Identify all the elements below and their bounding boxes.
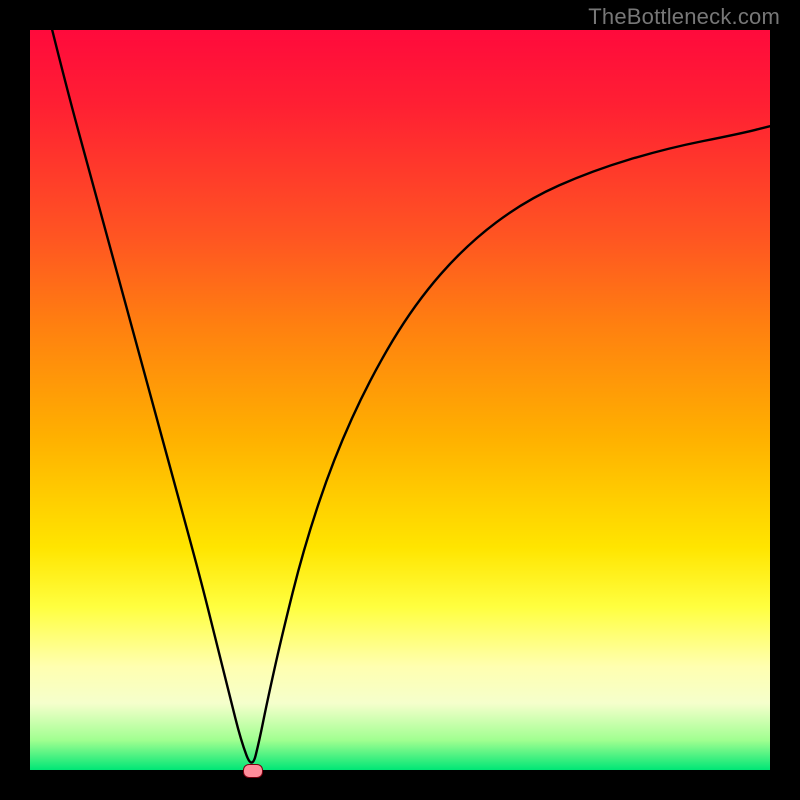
minimum-marker xyxy=(243,764,263,778)
bottleneck-curve xyxy=(52,30,770,763)
curve-svg xyxy=(30,30,770,770)
watermark-text: TheBottleneck.com xyxy=(588,4,780,30)
chart-frame: TheBottleneck.com xyxy=(0,0,800,800)
plot-area xyxy=(30,30,770,770)
